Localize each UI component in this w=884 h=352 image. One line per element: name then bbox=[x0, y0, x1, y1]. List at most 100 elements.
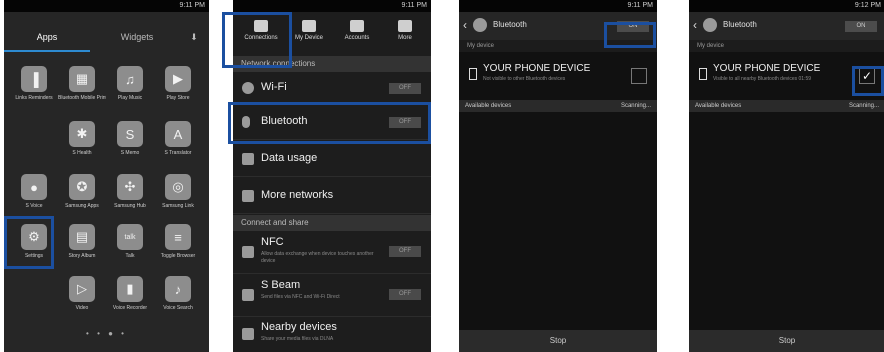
app-samsung-link[interactable]: ◎ Samsung Link bbox=[154, 174, 202, 209]
app-label: S Translator bbox=[164, 150, 192, 156]
app-samsung-hub[interactable]: ✣ Samsung Hub bbox=[106, 174, 154, 209]
page-indicator: • • ● • bbox=[86, 329, 127, 338]
phone-icon bbox=[469, 68, 477, 80]
app-label: Play Music bbox=[117, 95, 143, 101]
key-icon bbox=[350, 20, 364, 32]
app-toggle-browser[interactable]: ≡ Toggle Browser bbox=[154, 224, 202, 259]
nfc-toggle[interactable]: OFF bbox=[389, 246, 421, 257]
nfc-icon bbox=[242, 246, 254, 258]
visibility-checkbox[interactable] bbox=[631, 68, 647, 84]
app-label: Samsung Hub bbox=[114, 203, 146, 209]
nfc-label: NFC bbox=[261, 236, 284, 248]
app-bluetooth-mobile-print[interactable]: ▦ Bluetooth Mobile Print bbox=[58, 66, 106, 101]
app-voice-search[interactable]: ♪ Voice Search bbox=[154, 276, 202, 311]
row-more-networks[interactable]: More networks bbox=[233, 178, 431, 214]
page-title: Bluetooth bbox=[493, 20, 527, 29]
app-icon: S bbox=[117, 121, 143, 147]
app-label: Play Store bbox=[166, 95, 190, 101]
row-s-beam[interactable]: S Beam Send files via NFC and Wi-Fi Dire… bbox=[233, 275, 431, 317]
download-icon[interactable]: ⬇ bbox=[180, 24, 208, 50]
app-label: Talk bbox=[125, 253, 135, 259]
device-icon bbox=[302, 20, 316, 32]
scanning-status: Scanning... bbox=[620, 103, 651, 109]
s-beam-label: S Beam bbox=[261, 279, 301, 291]
row-wifi[interactable]: Wi-Fi OFF bbox=[233, 73, 431, 103]
app-icon: ▦ bbox=[69, 66, 95, 92]
app-icon: ♫ bbox=[117, 66, 143, 92]
app-links-reminders[interactable]: ▐ Links Reminders bbox=[10, 66, 58, 101]
app-icon: ✣ bbox=[117, 174, 143, 200]
settings-gear-icon bbox=[473, 18, 487, 32]
app-icon: ◎ bbox=[165, 174, 191, 200]
app-icon: ▷ bbox=[69, 276, 95, 302]
phone-bluetooth-screen-1: 9:11 PM ‹ Bluetooth ON My device YOUR PH… bbox=[459, 0, 657, 352]
back-chevron-icon[interactable]: ‹ bbox=[693, 18, 697, 32]
s-beam-description: Send files via NFC and Wi-Fi Direct bbox=[261, 294, 340, 300]
tab-apps[interactable]: Apps bbox=[4, 24, 90, 52]
app-s-memo[interactable]: S S Memo bbox=[106, 121, 154, 156]
highlight-settings bbox=[4, 216, 54, 269]
back-chevron-icon[interactable]: ‹ bbox=[463, 18, 467, 32]
app-story-album[interactable]: ▤ Story Album bbox=[58, 224, 106, 259]
app-icon: A bbox=[165, 121, 191, 147]
more-networks-label: More networks bbox=[261, 189, 334, 201]
tab-widgets[interactable]: Widgets bbox=[94, 24, 180, 50]
status-bar: 9:11 PM bbox=[459, 0, 657, 12]
device-name: YOUR PHONE DEVICE bbox=[483, 63, 591, 74]
s-beam-toggle[interactable]: OFF bbox=[389, 289, 421, 300]
app-video[interactable]: ▷ Video bbox=[58, 276, 106, 311]
app-play-music[interactable]: ♫ Play Music bbox=[106, 66, 154, 101]
app-label: Bluetooth Mobile Print bbox=[58, 95, 106, 101]
tab-label: More bbox=[398, 35, 412, 41]
data-usage-label: Data usage bbox=[261, 152, 318, 164]
wifi-icon bbox=[242, 82, 254, 94]
available-devices-label: Available devices bbox=[695, 103, 742, 109]
s-beam-icon bbox=[242, 289, 254, 301]
status-bar: 9:12 PM bbox=[689, 0, 884, 12]
data-usage-icon bbox=[242, 153, 254, 165]
bluetooth-action-bar: ‹ Bluetooth ON bbox=[689, 12, 884, 40]
app-label: Samsung Apps bbox=[65, 203, 99, 209]
app-talk[interactable]: talk Talk bbox=[106, 224, 154, 259]
highlight-connections-tab bbox=[222, 12, 292, 68]
app-s-health[interactable]: ✱ S Health bbox=[58, 121, 106, 156]
page-title: Bluetooth bbox=[723, 20, 757, 29]
nearby-devices-label: Nearby devices bbox=[261, 321, 337, 333]
bluetooth-master-toggle[interactable]: ON bbox=[845, 21, 877, 32]
tab-accounts[interactable]: Accounts bbox=[333, 15, 381, 53]
app-label: Video bbox=[75, 305, 89, 311]
app-icon: ▤ bbox=[69, 224, 95, 250]
app-play-store[interactable]: ▶ Play Store bbox=[154, 66, 202, 101]
wifi-toggle[interactable]: OFF bbox=[389, 83, 421, 94]
more-icon bbox=[398, 20, 412, 32]
highlight-bluetooth-row bbox=[228, 102, 431, 144]
settings-gear-icon bbox=[703, 18, 717, 32]
tab-my-device[interactable]: My Device bbox=[285, 15, 333, 53]
app-label: Voice Search bbox=[163, 305, 193, 311]
tab-label: My Device bbox=[294, 35, 323, 41]
app-samsung-apps[interactable]: ✪ Samsung Apps bbox=[58, 174, 106, 209]
app-label: S Voice bbox=[25, 203, 43, 209]
tab-label: Accounts bbox=[344, 35, 370, 41]
app-s-voice[interactable]: ● S Voice bbox=[10, 174, 58, 209]
app-icon: ✱ bbox=[69, 121, 95, 147]
app-voice-recorder[interactable]: ▮ Voice Recorder bbox=[106, 276, 154, 311]
app-label: S Health bbox=[72, 150, 92, 156]
stop-button[interactable]: Stop bbox=[459, 330, 657, 352]
app-icon: ▶ bbox=[165, 66, 191, 92]
app-label: Story Album bbox=[68, 253, 96, 259]
app-icon: ▮ bbox=[117, 276, 143, 302]
stop-button[interactable]: Stop bbox=[689, 330, 884, 352]
tab-more[interactable]: More bbox=[381, 15, 429, 53]
app-icon: ≡ bbox=[165, 224, 191, 250]
nearby-devices-description: Share your media files via DLNA bbox=[261, 336, 334, 342]
my-device-row[interactable]: YOUR PHONE DEVICE Not visible to other B… bbox=[459, 56, 657, 96]
nfc-description: Allow data exchange when device touches … bbox=[261, 251, 374, 264]
wifi-label: Wi-Fi bbox=[261, 81, 287, 93]
row-data-usage[interactable]: Data usage bbox=[233, 141, 431, 177]
status-time: 9:11 PM bbox=[627, 2, 653, 9]
row-nearby-devices[interactable]: Nearby devices Share your media files vi… bbox=[233, 318, 431, 352]
row-nfc[interactable]: NFC Allow data exchange when device touc… bbox=[233, 232, 431, 274]
app-icon: ✪ bbox=[69, 174, 95, 200]
app-s-translator[interactable]: A S Translator bbox=[154, 121, 202, 156]
